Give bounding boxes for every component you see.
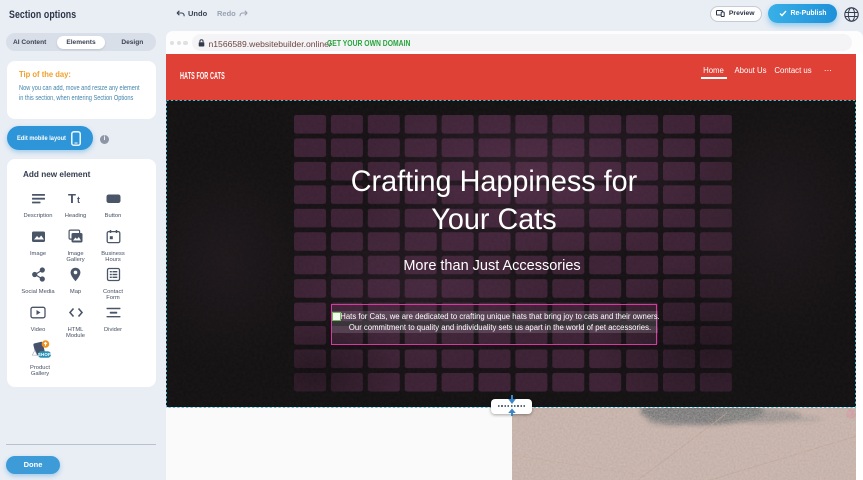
svg-text:T: T — [68, 191, 76, 206]
svg-text:t: t — [77, 195, 80, 205]
svg-text:SHOP: SHOP — [38, 352, 51, 357]
